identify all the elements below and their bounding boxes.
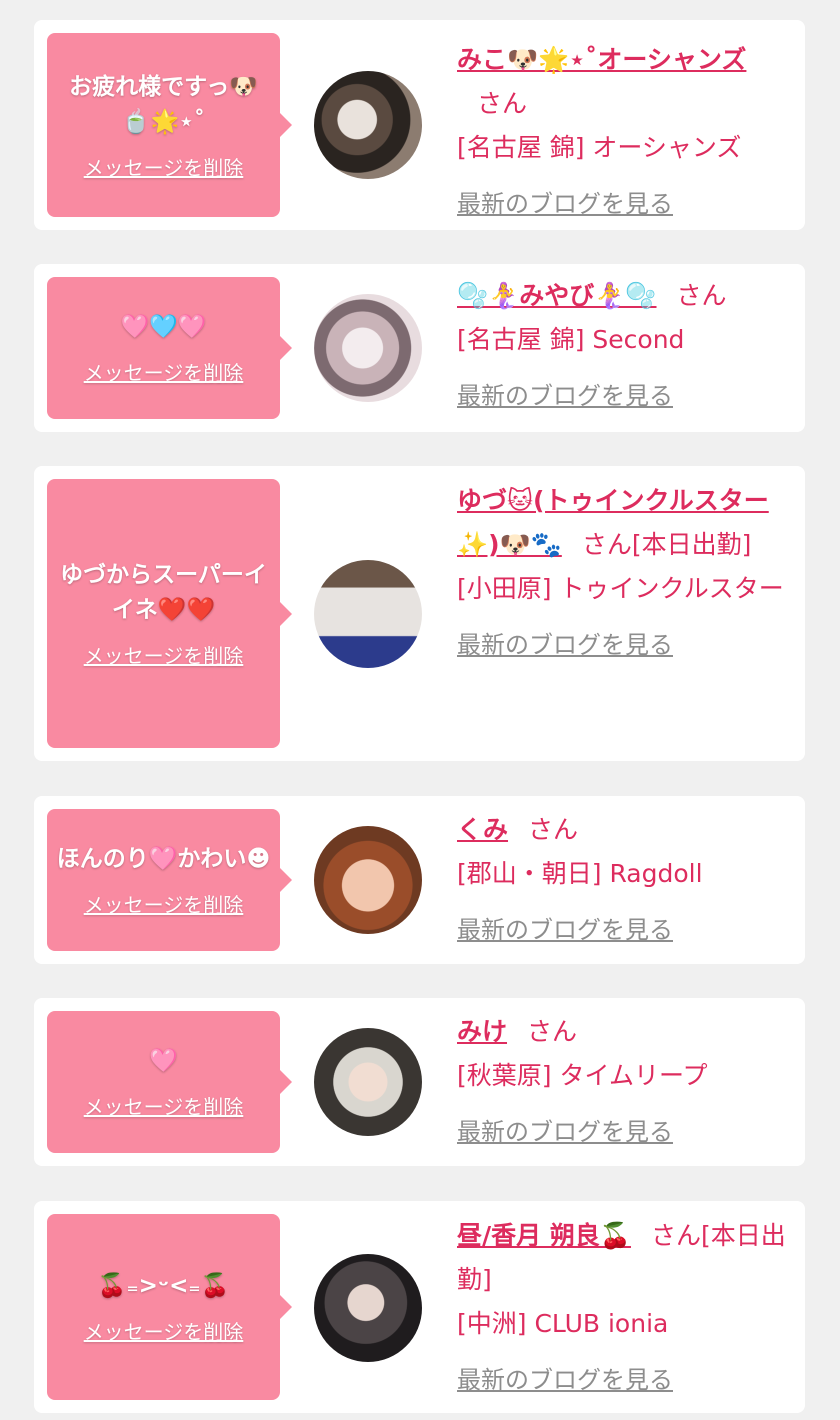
message-card: ほんのり🩷かわい☻ メッセージを削除 くみ さん [郡山・朝日] Ragdoll … bbox=[34, 796, 805, 964]
name-line: みけ さん bbox=[457, 1010, 791, 1054]
name-line: くみ さん bbox=[457, 808, 791, 852]
avatar[interactable] bbox=[314, 294, 422, 402]
shop-label: [郡山・朝日] Ragdoll bbox=[457, 859, 703, 888]
message-bubble: ゆづからスーパーイイネ❤️❤️ メッセージを削除 bbox=[47, 479, 292, 748]
honorific: さん bbox=[528, 815, 579, 844]
avatar[interactable] bbox=[314, 560, 422, 668]
sender-info: ゆづ🐱(トゥインクルスター✨)🐶🐾 さん[本日出勤] [小田原] トゥインクルスタ… bbox=[457, 479, 791, 667]
sender-name-link[interactable]: 昼/香月 朔良🍒 bbox=[457, 1221, 631, 1250]
message-bubble: ほんのり🩷かわい☻ メッセージを削除 bbox=[47, 809, 292, 951]
latest-blog-link[interactable]: 最新のブログを見る bbox=[457, 374, 673, 418]
shop-label: [名古屋 錦] Second bbox=[457, 325, 685, 354]
message-text: 🩷🩵🩷 bbox=[120, 314, 207, 340]
latest-blog-link[interactable]: 最新のブログを見る bbox=[457, 1110, 673, 1154]
delete-message-link[interactable]: メッセージを削除 bbox=[84, 1091, 244, 1120]
honorific: さん bbox=[477, 89, 528, 118]
message-card: ゆづからスーパーイイネ❤️❤️ メッセージを削除 ゆづ🐱(トゥインクルスター✨)… bbox=[34, 466, 805, 761]
message-card: 🩷 メッセージを削除 みけ さん [秋葉原] タイムリープ 最新のブログを見る bbox=[34, 998, 805, 1166]
honorific: さん bbox=[527, 1017, 578, 1046]
sender-name-link[interactable]: みこ🐶🌟⋆˚オーシャンズ bbox=[457, 45, 746, 74]
message-card: お疲れ様ですっ🐶🍵🌟⋆˚ メッセージを削除 みこ🐶🌟⋆˚オーシャンズさん [名古… bbox=[34, 20, 805, 230]
sender-name-link[interactable]: みけ bbox=[457, 1017, 507, 1046]
delete-message-link[interactable]: メッセージを削除 bbox=[84, 152, 244, 181]
sender-name-link[interactable]: 🫧🧜‍♀️みやび🧜‍♀️🫧 bbox=[457, 281, 657, 310]
name-line: ゆづ🐱(トゥインクルスター✨)🐶🐾 さん[本日出勤] bbox=[457, 479, 791, 567]
message-bubble: 🍒₌>ᵕ<₌🍒 メッセージを削除 bbox=[47, 1214, 292, 1400]
name-line: 昼/香月 朔良🍒 さん[本日出勤] bbox=[457, 1214, 791, 1302]
delete-message-link[interactable]: メッセージを削除 bbox=[84, 640, 244, 669]
avatar[interactable] bbox=[314, 826, 422, 934]
latest-blog-link[interactable]: 最新のブログを見る bbox=[457, 908, 673, 952]
honorific: さん[本日出勤] bbox=[581, 530, 752, 559]
sender-info: 昼/香月 朔良🍒 さん[本日出勤] [中洲] CLUB ionia 最新のブログを… bbox=[457, 1214, 791, 1402]
honorific: さん bbox=[676, 281, 727, 310]
latest-blog-link[interactable]: 最新のブログを見る bbox=[457, 1358, 673, 1402]
sender-info: みけ さん [秋葉原] タイムリープ 最新のブログを見る bbox=[457, 1010, 791, 1154]
delete-message-link[interactable]: メッセージを削除 bbox=[84, 1316, 244, 1345]
message-list: お疲れ様ですっ🐶🍵🌟⋆˚ メッセージを削除 みこ🐶🌟⋆˚オーシャンズさん [名古… bbox=[0, 0, 840, 1420]
message-text: 🩷 bbox=[149, 1048, 178, 1074]
latest-blog-link[interactable]: 最新のブログを見る bbox=[457, 623, 673, 667]
message-card: 🩷🩵🩷 メッセージを削除 🫧🧜‍♀️みやび🧜‍♀️🫧 さん [名古屋 錦] Sec… bbox=[34, 264, 805, 432]
message-text: 🍒₌>ᵕ<₌🍒 bbox=[97, 1273, 230, 1299]
avatar[interactable] bbox=[314, 71, 422, 179]
shop-label: [秋葉原] タイムリープ bbox=[457, 1061, 708, 1090]
message-text: お疲れ様ですっ🐶🍵🌟⋆˚ bbox=[69, 73, 258, 135]
sender-name-link[interactable]: くみ bbox=[457, 815, 508, 844]
shop-label: [小田原] トゥインクルスター bbox=[457, 574, 784, 603]
latest-blog-link[interactable]: 最新のブログを見る bbox=[457, 182, 673, 226]
sender-info: みこ🐶🌟⋆˚オーシャンズさん [名古屋 錦] オーシャンズ 最新のブログを見る bbox=[457, 38, 791, 226]
shop-label: [名古屋 錦] オーシャンズ bbox=[457, 133, 742, 162]
shop-label: [中洲] CLUB ionia bbox=[457, 1309, 669, 1338]
name-line: みこ🐶🌟⋆˚オーシャンズさん bbox=[457, 38, 791, 126]
sender-info: 🫧🧜‍♀️みやび🧜‍♀️🫧 さん [名古屋 錦] Second 最新のブログを見る bbox=[457, 274, 791, 418]
message-bubble: 🩷 メッセージを削除 bbox=[47, 1011, 292, 1153]
avatar[interactable] bbox=[314, 1254, 422, 1362]
name-line: 🫧🧜‍♀️みやび🧜‍♀️🫧 さん bbox=[457, 274, 791, 318]
message-bubble: お疲れ様ですっ🐶🍵🌟⋆˚ メッセージを削除 bbox=[47, 33, 292, 217]
message-text: ゆづからスーパーイイネ❤️❤️ bbox=[60, 562, 267, 623]
delete-message-link[interactable]: メッセージを削除 bbox=[84, 889, 244, 918]
avatar[interactable] bbox=[314, 1028, 422, 1136]
delete-message-link[interactable]: メッセージを削除 bbox=[84, 357, 244, 386]
message-card: 🍒₌>ᵕ<₌🍒 メッセージを削除 昼/香月 朔良🍒 さん[本日出勤] [中洲] C… bbox=[34, 1201, 805, 1413]
message-bubble: 🩷🩵🩷 メッセージを削除 bbox=[47, 277, 292, 419]
message-text: ほんのり🩷かわい☻ bbox=[56, 846, 271, 872]
sender-info: くみ さん [郡山・朝日] Ragdoll 最新のブログを見る bbox=[457, 808, 791, 952]
